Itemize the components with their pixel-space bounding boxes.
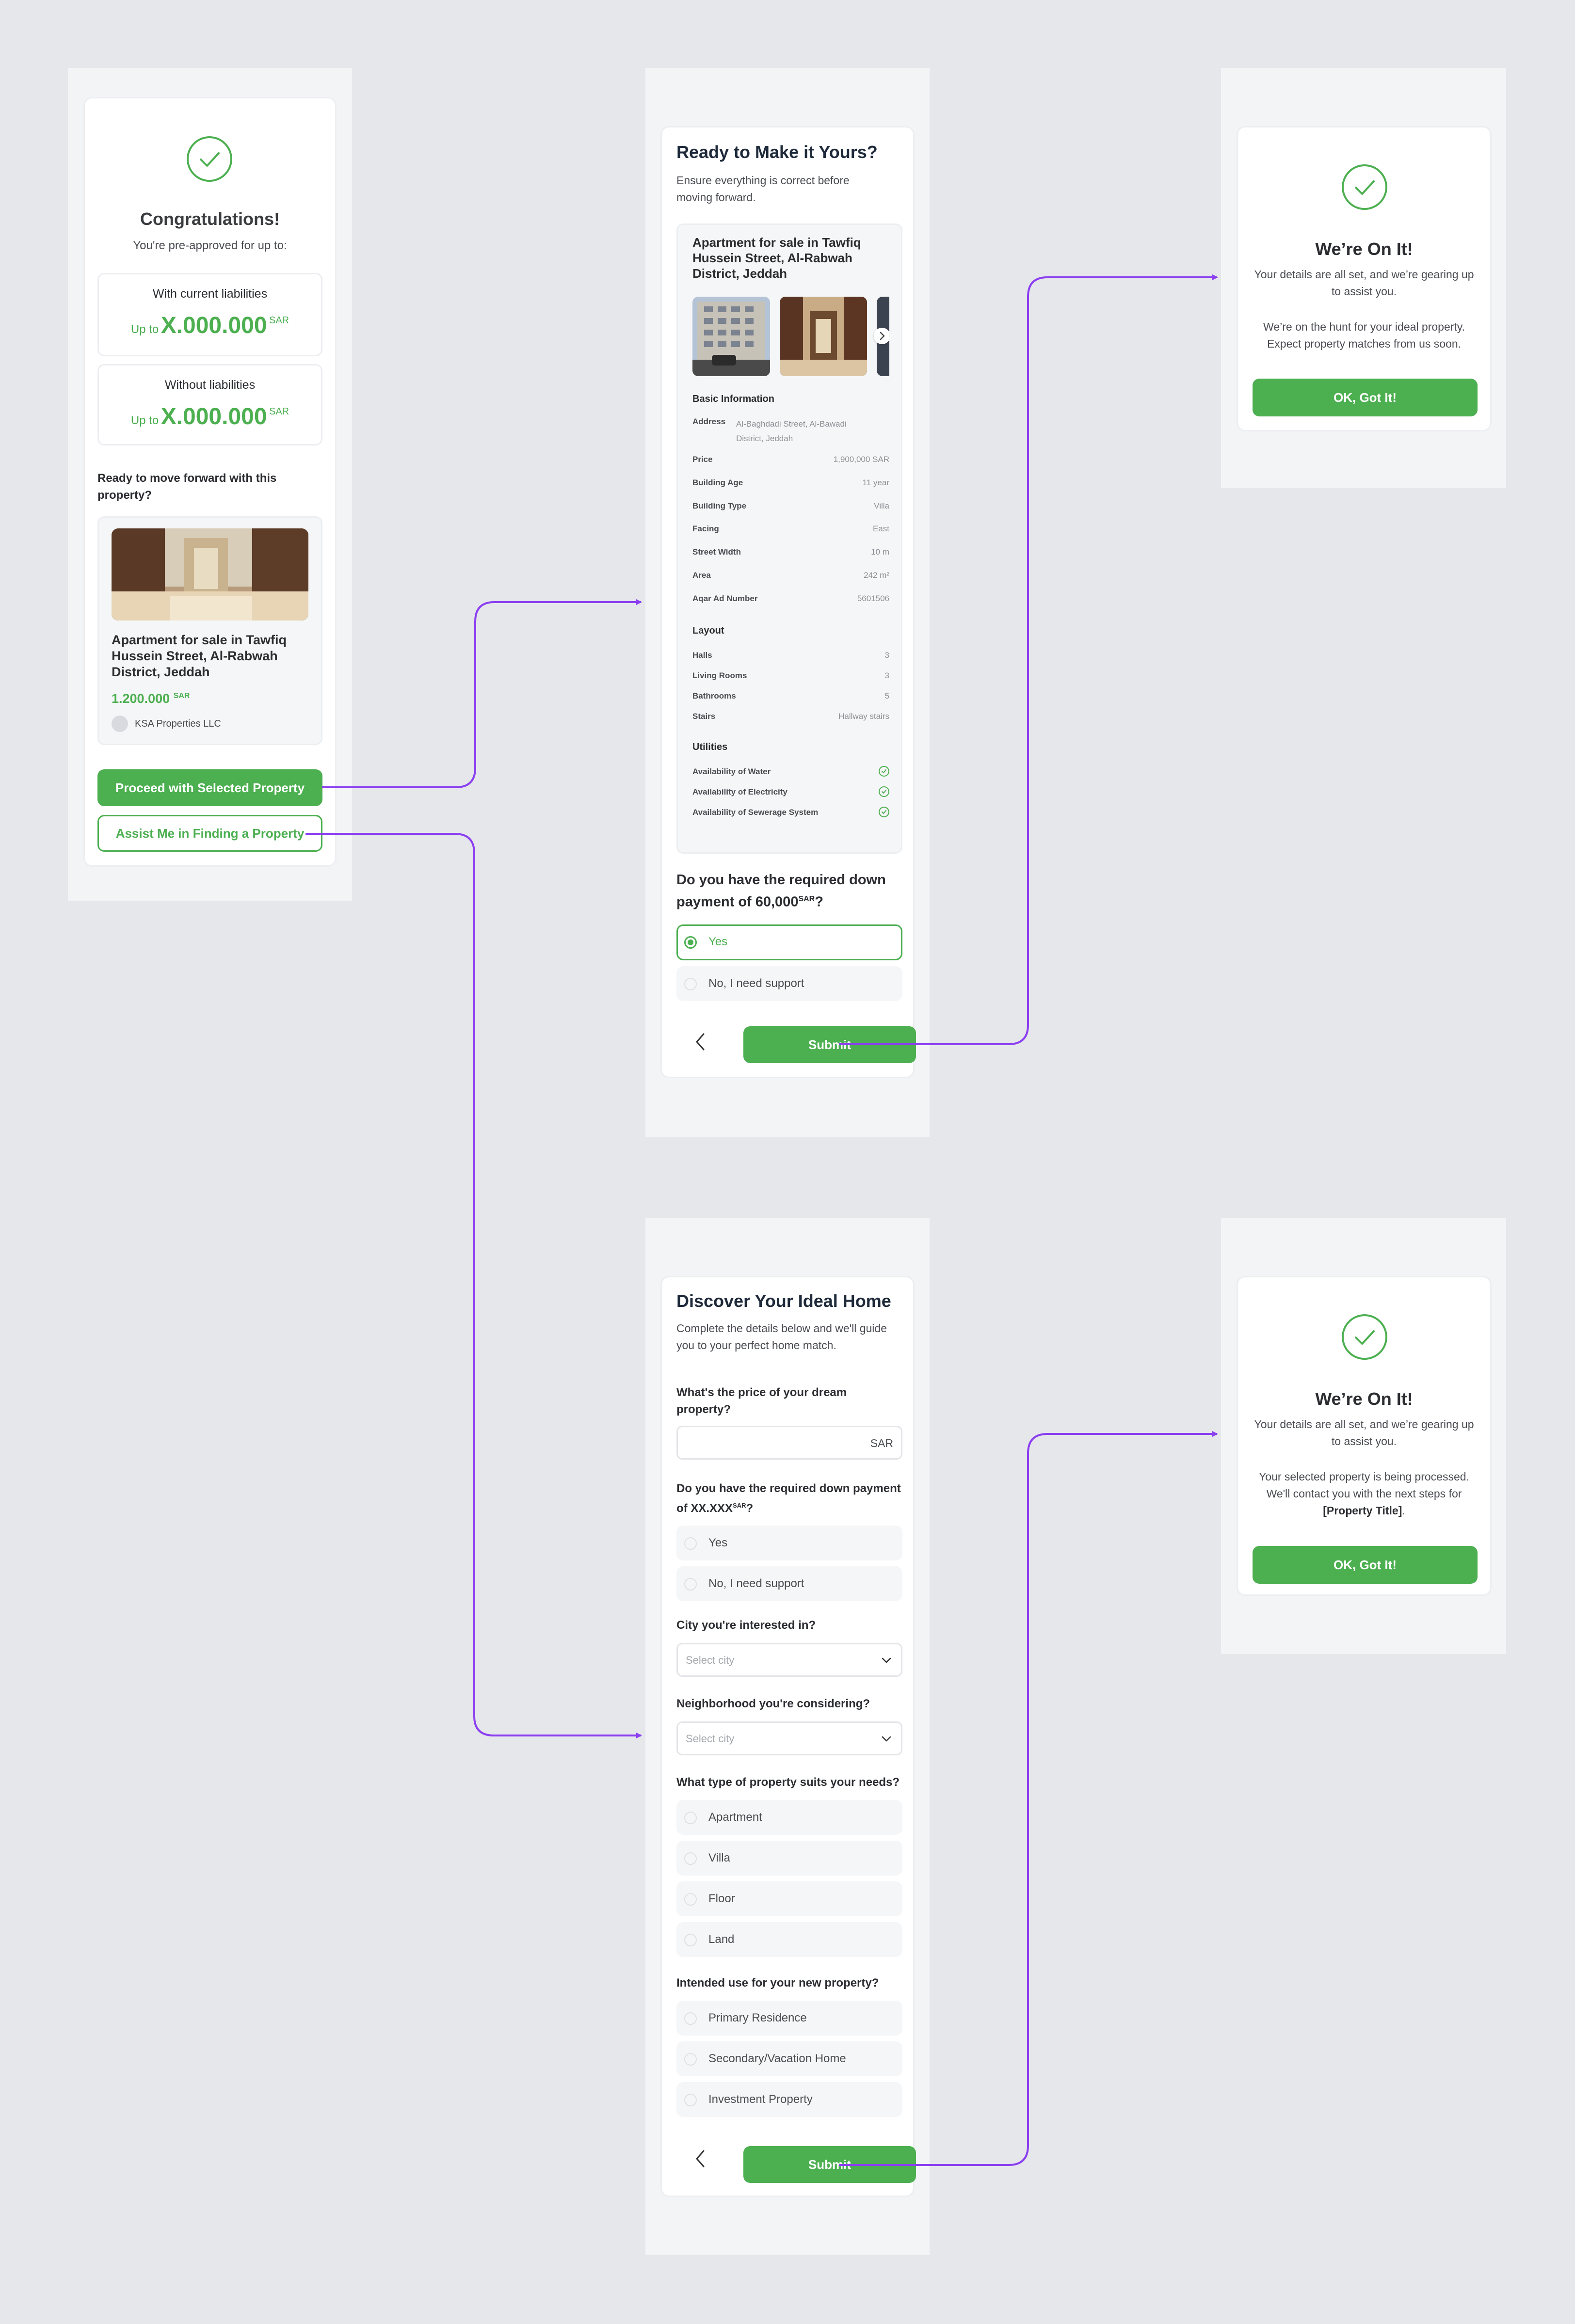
flow-arrow-submit-review (839, 274, 1218, 1045)
flow-arrows (305, 274, 1218, 2166)
flow-arrow-submit-discover (839, 1431, 1218, 2166)
flow-arrow-proceed (322, 599, 642, 788)
flow-arrow-assist (305, 833, 642, 1738)
